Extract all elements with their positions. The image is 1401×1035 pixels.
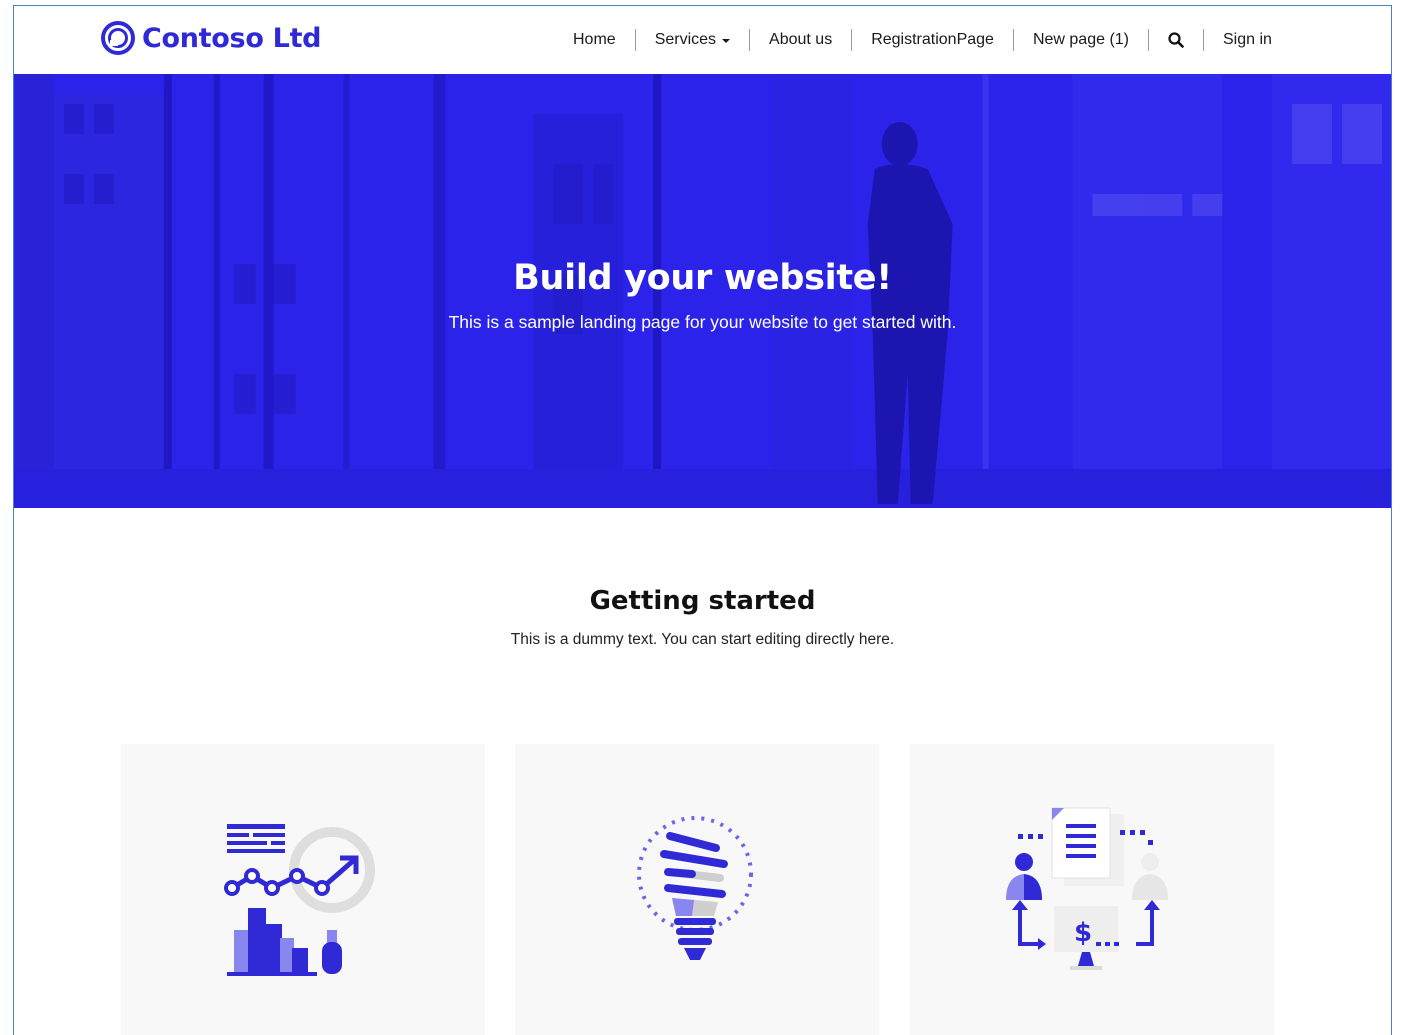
feature-card[interactable] bbox=[121, 744, 485, 1035]
caret-down-icon bbox=[722, 39, 731, 43]
site-header: Contoso Ltd Home Services About us Regis… bbox=[14, 6, 1391, 74]
nav-registration-page[interactable]: RegistrationPage bbox=[852, 26, 1013, 54]
feature-card[interactable]: $ bbox=[910, 744, 1274, 1035]
nav-new-page[interactable]: New page (1) bbox=[1014, 26, 1148, 54]
main-nav: Home Services About us RegistrationPage … bbox=[554, 26, 1291, 54]
nav-sign-in[interactable]: Sign in bbox=[1204, 26, 1291, 54]
section-subtitle: This is a dummy text. You can start edit… bbox=[510, 631, 895, 648]
search-button[interactable] bbox=[1149, 26, 1203, 54]
analytics-chart-icon bbox=[224, 824, 375, 976]
ring-logo-icon bbox=[101, 21, 135, 55]
section-title: Getting started bbox=[589, 586, 816, 616]
nav-home[interactable]: Home bbox=[554, 26, 635, 54]
browser-frame: Contoso Ltd Home Services About us Regis… bbox=[13, 5, 1392, 1035]
lightbulb-icon bbox=[637, 816, 753, 960]
payment-exchange-icon: $ bbox=[1006, 807, 1168, 970]
brand-link[interactable]: Contoso Ltd bbox=[100, 20, 322, 56]
search-icon bbox=[1168, 32, 1184, 48]
hero-banner: Build your website! This is a sample lan… bbox=[14, 74, 1391, 508]
hero-title: Build your website! bbox=[513, 258, 892, 298]
brand-name: Contoso Ltd bbox=[142, 22, 322, 54]
feature-card[interactable] bbox=[515, 744, 879, 1035]
nav-services-label: Services bbox=[654, 31, 717, 48]
nav-services[interactable]: Services bbox=[636, 26, 749, 54]
nav-about-us[interactable]: About us bbox=[750, 26, 851, 54]
hero-subtitle: This is a sample landing page for your w… bbox=[448, 312, 957, 332]
svg-text:$: $ bbox=[1074, 918, 1092, 948]
